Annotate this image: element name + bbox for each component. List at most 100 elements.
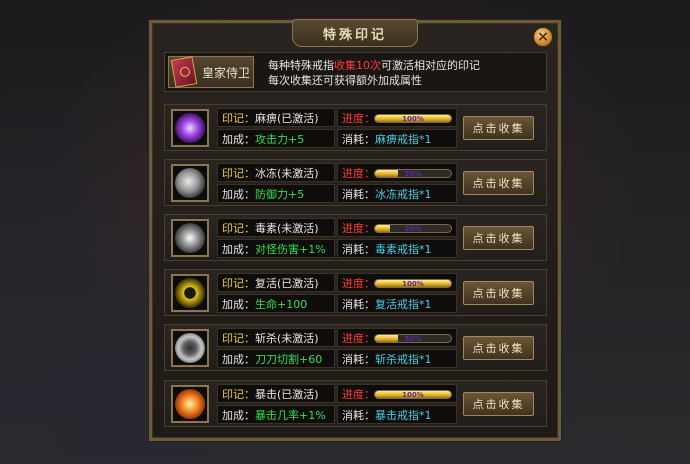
progress-label: 进度： <box>342 331 375 345</box>
cost-cell: 消耗： 麻痹戒指*1 <box>337 129 457 148</box>
cost-label: 消耗： <box>342 352 375 366</box>
mark-label: 印记： <box>222 387 255 401</box>
gold-rune-icon <box>175 278 205 308</box>
mark-cell: 印记： 斩杀(未激活) <box>217 328 335 347</box>
bonus-value: 刀刀切割+60 <box>255 352 323 366</box>
grey-swirl-icon <box>175 168 205 198</box>
cost-label: 消耗： <box>342 242 375 256</box>
progress-bar: 100% <box>374 390 452 399</box>
mark-value: 复活(已激活) <box>255 276 319 290</box>
bonus-cell: 加成： 暴击几率+1% <box>217 405 335 424</box>
progress-text: 100% <box>402 390 424 399</box>
mark-icon-frame <box>171 329 209 367</box>
progress-label: 进度： <box>342 276 375 290</box>
bonus-label: 加成： <box>222 297 255 311</box>
bonus-cell: 加成： 攻击力+5 <box>217 129 335 148</box>
progress-text: 100% <box>402 279 424 288</box>
bonus-cell: 加成： 生命+100 <box>217 294 335 313</box>
desc-line1-highlight: 收集10次 <box>334 59 381 72</box>
cost-label: 消耗： <box>342 132 375 146</box>
bonus-label: 加成： <box>222 187 255 201</box>
mark-cell: 印记： 麻痹(已激活) <box>217 108 335 127</box>
bonus-cell: 加成： 防御力+5 <box>217 184 335 203</box>
progress-text: 100% <box>402 114 424 123</box>
progress-label: 进度： <box>342 387 375 401</box>
desc-line1-pre: 每种特殊戒指 <box>268 59 334 72</box>
mark-cell: 印记： 复活(已激活) <box>217 273 335 292</box>
description-line-1: 每种特殊戒指收集10次可激活相对应的印记 <box>268 57 480 73</box>
royal-guard-badge: 皇家侍卫 <box>168 56 254 88</box>
cost-label: 消耗： <box>342 187 375 201</box>
cost-label: 消耗： <box>342 297 375 311</box>
progress-text: 30% <box>404 169 422 178</box>
mark-row: 印记： 毒素(未激活) 加成： 对怪伤害+1% 进度： 20% 消耗： 毒素戒指*1 … <box>164 214 547 261</box>
cost-cell: 消耗： 毒素戒指*1 <box>337 239 457 258</box>
bonus-value: 生命+100 <box>255 297 308 311</box>
red-book-icon <box>170 56 198 88</box>
progress-cell: 进度： 30% <box>337 163 457 182</box>
progress-label: 进度： <box>342 166 375 180</box>
collect-button[interactable]: 点击收集 <box>463 116 534 140</box>
progress-bar: 30% <box>374 169 452 178</box>
mark-row: 印记： 冰冻(未激活) 加成： 防御力+5 进度： 30% 消耗： 冰冻戒指*1 点击… <box>164 159 547 206</box>
cost-value: 冰冻戒指*1 <box>375 187 432 201</box>
desc-line1-post: 可激活相对应的印记 <box>381 59 480 72</box>
grey-spiral-icon <box>175 223 205 253</box>
progress-cell: 进度： 20% <box>337 218 457 237</box>
mark-row: 印记： 暴击(已激活) 加成： 暴击几率+1% 进度： 100% 消耗： 暴击戒指*1… <box>164 380 547 427</box>
mark-cell: 印记： 暴击(已激活) <box>217 384 335 403</box>
cost-value: 斩杀戒指*1 <box>375 352 432 366</box>
bonus-label: 加成： <box>222 132 255 146</box>
bonus-label: 加成： <box>222 352 255 366</box>
mark-row: 印记： 复活(已激活) 加成： 生命+100 进度： 100% 消耗： 复活戒指*1 … <box>164 269 547 316</box>
progress-bar: 30% <box>374 334 452 343</box>
cost-value: 毒素戒指*1 <box>375 242 432 256</box>
description-line-2: 每次收集还可获得额外加成属性 <box>268 74 422 87</box>
mark-label: 印记： <box>222 221 255 235</box>
bonus-label: 加成： <box>222 242 255 256</box>
progress-bar: 100% <box>374 114 452 123</box>
mark-icon-frame <box>171 385 209 423</box>
collect-button[interactable]: 点击收集 <box>463 336 534 360</box>
cost-cell: 消耗： 斩杀戒指*1 <box>337 349 457 368</box>
mark-icon-frame <box>171 274 209 312</box>
cost-cell: 消耗： 冰冻戒指*1 <box>337 184 457 203</box>
mark-value: 斩杀(未激活) <box>255 331 319 345</box>
mark-label: 印记： <box>222 331 255 345</box>
cost-cell: 消耗： 暴击戒指*1 <box>337 405 457 424</box>
cost-value: 麻痹戒指*1 <box>375 132 432 146</box>
progress-bar: 20% <box>374 224 452 233</box>
progress-text: 20% <box>404 224 422 233</box>
progress-cell: 进度： 30% <box>337 328 457 347</box>
progress-bar: 100% <box>374 279 452 288</box>
cost-label: 消耗： <box>342 408 375 422</box>
mark-row: 印记： 斩杀(未激活) 加成： 刀刀切割+60 进度： 30% 消耗： 斩杀戒指*1 … <box>164 324 547 371</box>
bonus-cell: 加成： 对怪伤害+1% <box>217 239 335 258</box>
progress-cell: 进度： 100% <box>337 108 457 127</box>
silver-ring-icon <box>175 333 205 363</box>
collect-button[interactable]: 点击收集 <box>463 392 534 416</box>
cost-value: 复活戒指*1 <box>375 297 432 311</box>
progress-label: 进度： <box>342 111 375 125</box>
collect-button[interactable]: 点击收集 <box>463 281 534 305</box>
cost-value: 暴击戒指*1 <box>375 408 432 422</box>
orange-flame-orb-icon <box>175 389 205 419</box>
purple-vortex-icon <box>175 113 205 143</box>
mark-value: 麻痹(已激活) <box>255 111 319 125</box>
mark-icon-frame <box>171 164 209 202</box>
mark-value: 毒素(未激活) <box>255 221 319 235</box>
progress-label: 进度： <box>342 221 375 235</box>
bonus-cell: 加成： 刀刀切割+60 <box>217 349 335 368</box>
mark-label: 印记： <box>222 276 255 290</box>
cost-cell: 消耗： 复活戒指*1 <box>337 294 457 313</box>
progress-cell: 进度： 100% <box>337 384 457 403</box>
panel-title: 特殊印记 <box>292 19 418 47</box>
bonus-value: 攻击力+5 <box>255 132 305 146</box>
royal-guard-label: 皇家侍卫 <box>202 65 251 80</box>
mark-row: 印记： 麻痹(已激活) 加成： 攻击力+5 进度： 100% 消耗： 麻痹戒指*1 点… <box>164 104 547 151</box>
bonus-value: 防御力+5 <box>255 187 305 201</box>
collect-button[interactable]: 点击收集 <box>463 226 534 250</box>
collect-button[interactable]: 点击收集 <box>463 171 534 195</box>
mark-cell: 印记： 毒素(未激活) <box>217 218 335 237</box>
close-button[interactable]: × <box>533 27 553 47</box>
